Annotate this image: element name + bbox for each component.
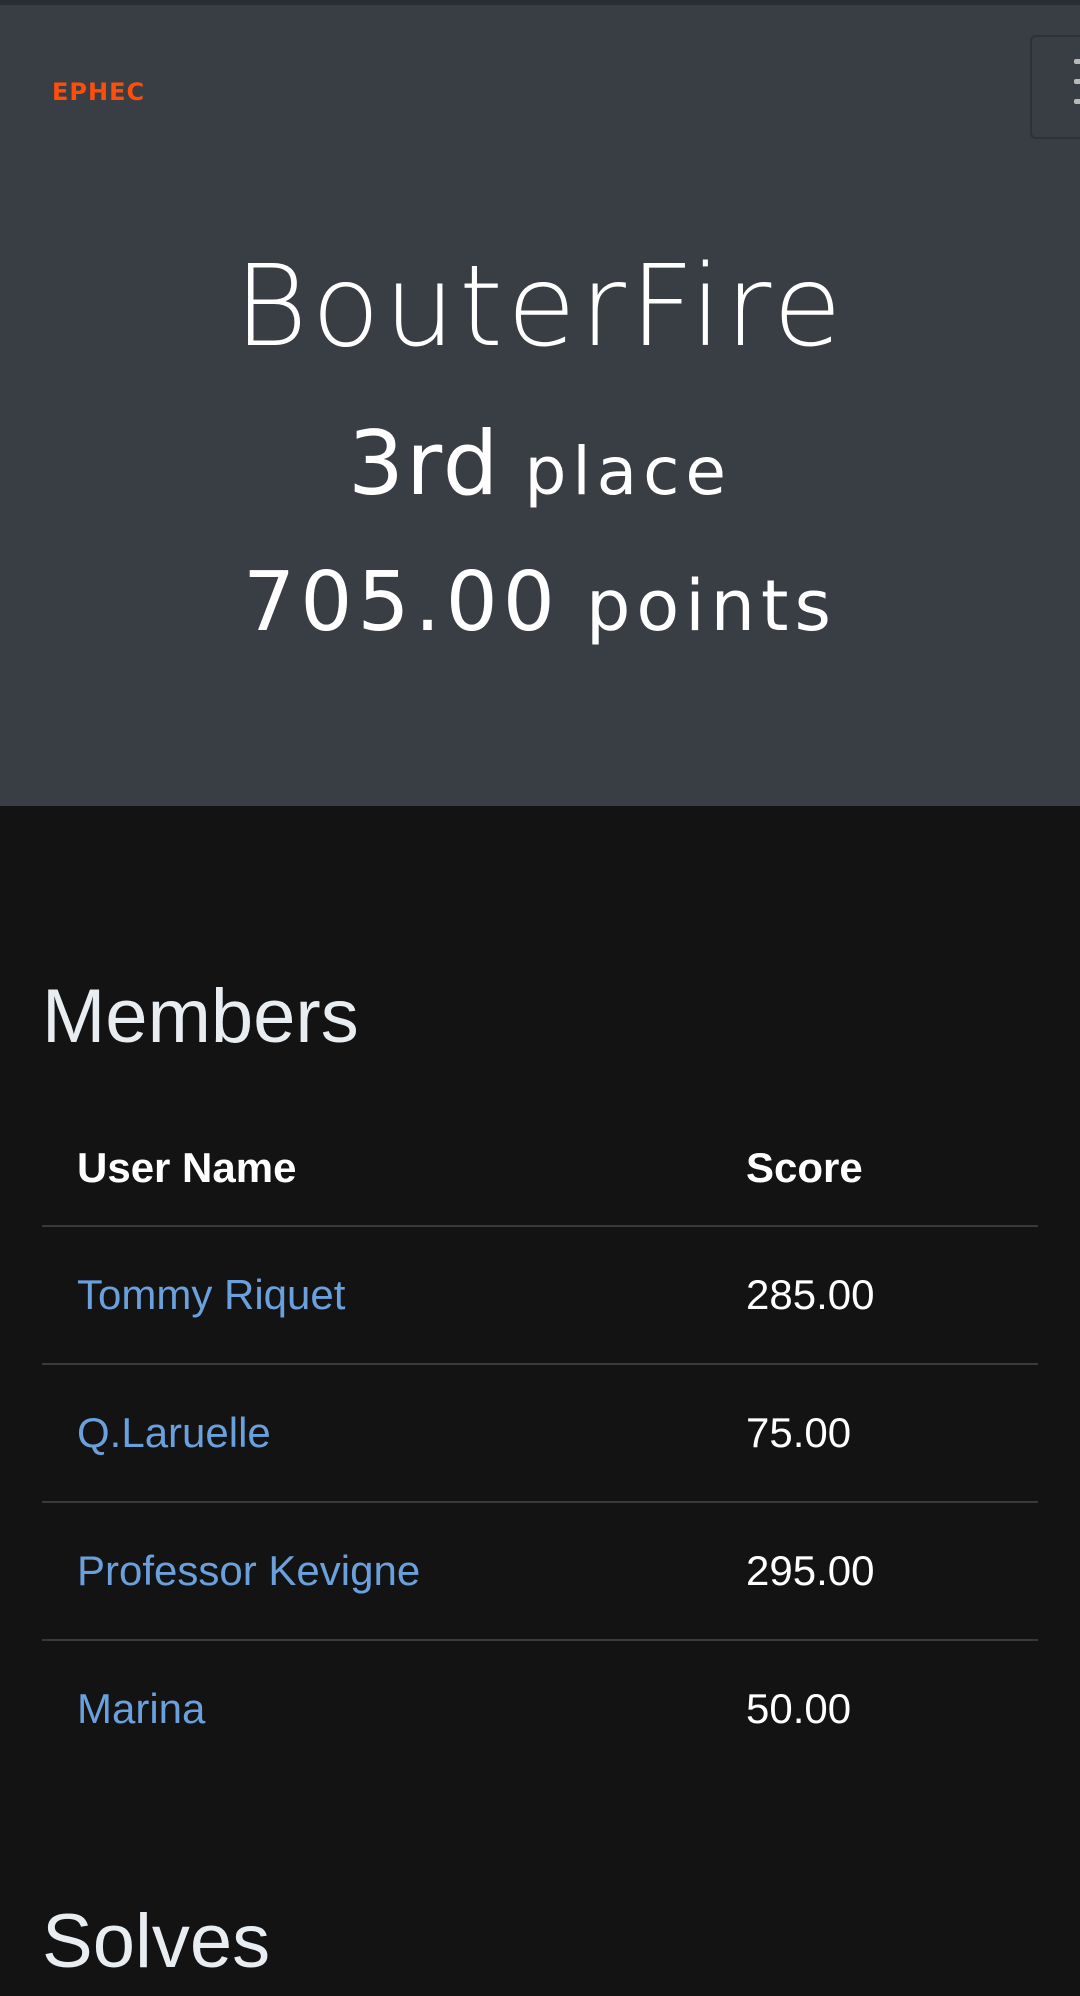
member-score: 285.00 xyxy=(746,1226,1038,1365)
member-name-cell: Professor Kevigne xyxy=(42,1502,746,1641)
ephec-logo[interactable]: EPHEC xyxy=(52,78,145,106)
member-name-cell: Marina xyxy=(42,1640,746,1777)
column-header-user-name: User Name xyxy=(42,1111,746,1227)
member-name-cell: Tommy Riquet xyxy=(42,1226,746,1365)
menu-icon-bar xyxy=(1074,79,1080,84)
team-name: BouterFire xyxy=(234,242,846,372)
hamburger-menu-button[interactable] xyxy=(1030,35,1080,139)
team-place: 3rd place xyxy=(0,420,1080,508)
points-label: points xyxy=(585,565,837,647)
member-score: 75.00 xyxy=(746,1364,1038,1503)
table-row: Professor Kevigne 295.00 xyxy=(42,1502,1038,1641)
members-table-header-row: User Name Score xyxy=(42,1111,1038,1227)
hamburger-menu-icon xyxy=(1074,59,1080,64)
table-row: Marina 50.00 xyxy=(42,1640,1038,1777)
members-table: User Name Score Tommy Riquet 285.00 Q.La… xyxy=(42,1111,1038,1777)
place-number: 3rd xyxy=(347,412,501,515)
member-name-cell: Q.Laruelle xyxy=(42,1364,746,1503)
column-header-score: Score xyxy=(746,1111,1038,1227)
solves-heading: Solves xyxy=(42,1899,271,1984)
points-number: 705.00 xyxy=(243,555,560,650)
table-row: Q.Laruelle 75.00 xyxy=(42,1364,1038,1503)
menu-icon-bar xyxy=(1074,99,1080,104)
team-header: EPHEC BouterFire 3rd place 705.00 points xyxy=(0,5,1080,806)
place-label: place xyxy=(524,433,733,510)
main-content: Members User Name Score Tommy Riquet 285… xyxy=(0,806,1080,1980)
member-score: 295.00 xyxy=(746,1502,1038,1641)
member-score: 50.00 xyxy=(746,1685,852,1732)
member-link[interactable]: Q.Laruelle xyxy=(77,1409,271,1456)
member-link[interactable]: Tommy Riquet xyxy=(77,1271,345,1318)
table-row: Tommy Riquet 285.00 xyxy=(42,1226,1038,1365)
team-points: 705.00 points xyxy=(0,562,1080,644)
members-heading: Members xyxy=(42,974,359,1059)
member-link[interactable]: Marina xyxy=(77,1685,205,1732)
member-link[interactable]: Professor Kevigne xyxy=(77,1547,420,1594)
